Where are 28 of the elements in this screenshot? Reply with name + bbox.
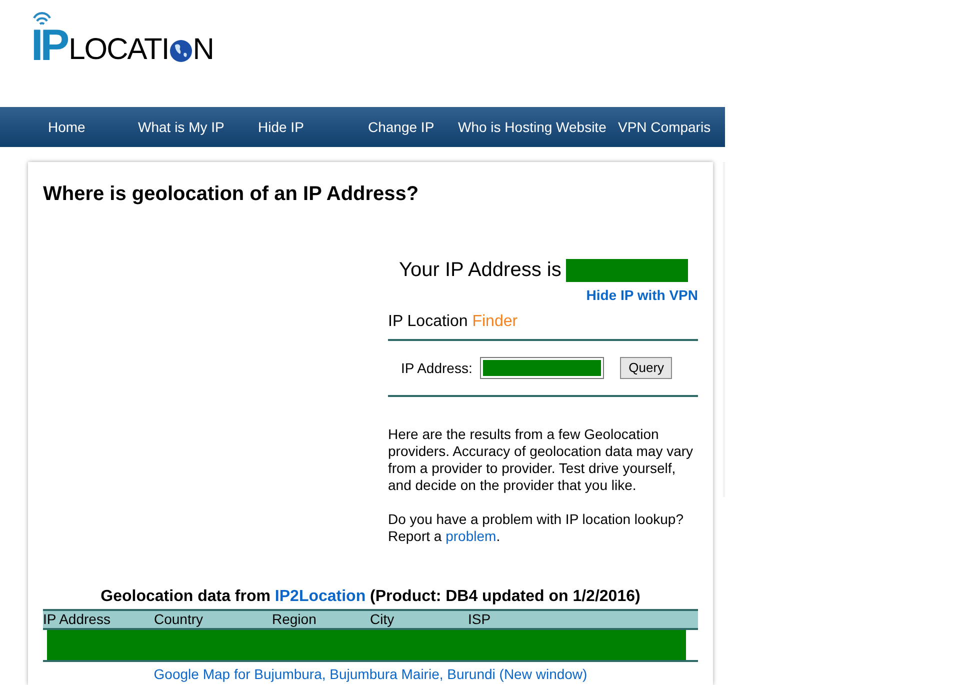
nav-link[interactable]: What is My IP — [138, 116, 258, 138]
problem-paragraph: Do you have a problem with IP location lookup? Report a problem. — [388, 511, 684, 545]
page-title: Where is geolocation of an IP Address? — [43, 182, 420, 207]
nav-link[interactable]: Home — [48, 116, 138, 138]
column-header: IP Address — [43, 610, 112, 629]
column-header: ISP — [468, 610, 492, 629]
nav-link[interactable]: Hide IP — [258, 116, 368, 138]
logo-mark: IP — [31, 26, 67, 66]
column-header: Country — [154, 610, 204, 629]
hide-ip-link[interactable]: Hide IP with VPN — [586, 285, 698, 306]
ip-input-field[interactable] — [480, 357, 604, 379]
problem-link[interactable]: problem — [446, 528, 496, 544]
map-link[interactable]: Google Map for Bujumbura, Bujumbura Mairie, Burundi (New window) — [154, 666, 588, 682]
nav-link[interactable]: VPN Comparis — [618, 116, 718, 138]
query-button[interactable]: Query — [620, 357, 672, 379]
your-ip-label: Your IP Address is — [399, 258, 562, 283]
logo-text: N — [192, 35, 214, 65]
signal-icon — [32, 10, 52, 26]
nav-link[interactable]: Who is Hosting Website — [458, 116, 618, 138]
finder-title: IP Location Finder — [388, 312, 519, 332]
globe-icon — [168, 39, 193, 63]
results-heading: Geolocation data from IP2Location (Product: DB4 updated on 1/2/2016) — [100, 587, 642, 607]
field-label: IP Address: — [401, 358, 472, 378]
column-header: City — [370, 610, 396, 629]
intro-paragraph: Here are the results from a few Geolocation providers. Accuracy of geolocation data may vary from a provider to provider. Test drive yourself, and decide on the provider that you like. — [388, 426, 694, 494]
column-header: Region — [272, 610, 318, 629]
logo-text: LOCATI — [68, 35, 169, 65]
nav-link[interactable]: Change IP — [368, 116, 458, 138]
